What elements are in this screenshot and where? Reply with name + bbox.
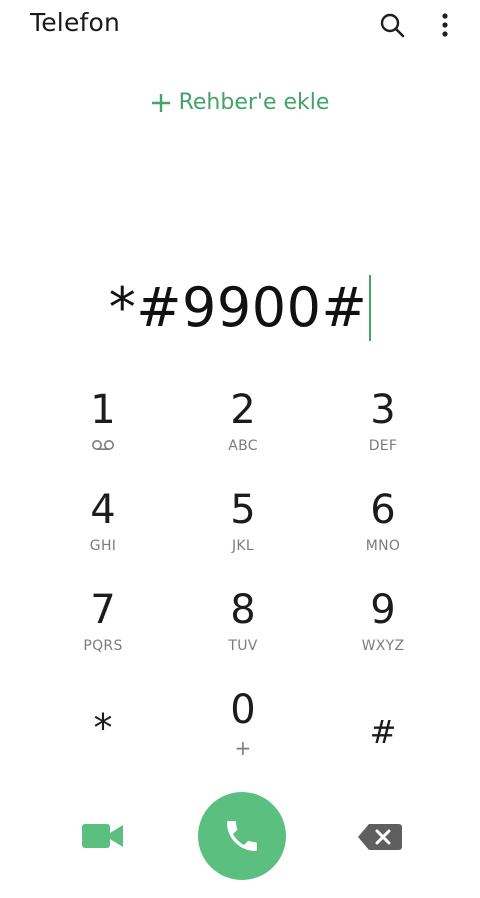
dialed-number: *#9900# (108, 276, 368, 339)
dialer-action-bar (0, 790, 480, 882)
key-letters: ABC (228, 438, 258, 454)
key-digit: 5 (230, 487, 256, 533)
key-digit: 9 (370, 587, 396, 633)
key-1[interactable]: 1 (33, 380, 173, 480)
phone-icon (227, 821, 257, 851)
key-letters: JKL (231, 538, 254, 554)
key-plus-label: + (234, 736, 252, 760)
key-digit: 8 (230, 587, 256, 633)
key-7[interactable]: 7 PQRS (33, 580, 173, 680)
search-button[interactable] (377, 10, 407, 40)
app-title: Telefon (30, 8, 121, 37)
key-0[interactable]: 0 + (173, 680, 313, 780)
key-letters: MNO (365, 538, 401, 554)
key-letters: WXYZ (361, 638, 405, 654)
key-digit: # (369, 713, 397, 751)
key-digit: 0 (230, 687, 256, 733)
text-cursor (369, 275, 372, 341)
key-5[interactable]: 5 JKL (173, 480, 313, 580)
backspace-button[interactable] (357, 822, 403, 852)
key-digit: 3 (370, 387, 396, 433)
key-digit: 7 (90, 587, 116, 633)
key-digit: 1 (90, 387, 116, 433)
key-hash[interactable]: # (313, 668, 453, 780)
key-digit: * (93, 706, 113, 750)
video-call-button[interactable] (80, 818, 126, 854)
backspace-icon (358, 824, 402, 850)
key-letters: DEF (368, 438, 398, 454)
add-to-contacts-button[interactable]: Rehber'e ekle (0, 90, 480, 115)
key-digit: 6 (370, 487, 396, 533)
key-8[interactable]: 8 TUV (173, 580, 313, 680)
key-letters: TUV (228, 638, 258, 654)
key-letters: GHI (89, 538, 117, 554)
call-button[interactable] (198, 792, 286, 880)
more-vertical-icon (442, 13, 448, 37)
dial-number-field[interactable]: *#9900# (0, 275, 480, 341)
key-3[interactable]: 3 DEF (313, 380, 453, 480)
key-digit: 2 (230, 387, 256, 433)
key-digit: 4 (90, 487, 116, 533)
key-letters: PQRS (83, 638, 123, 654)
voicemail-icon (91, 438, 115, 456)
key-star[interactable]: * (33, 680, 173, 780)
key-4[interactable]: 4 GHI (33, 480, 173, 580)
plus-icon (151, 93, 171, 113)
key-6[interactable]: 6 MNO (313, 480, 453, 580)
key-2[interactable]: 2 ABC (173, 380, 313, 480)
dial-keypad: 1 2 ABC 3 DEF 4 GHI 5 JKL 6 MNO 7 PQRS 8… (33, 380, 453, 780)
search-icon (380, 13, 405, 38)
app-header: Telefon (0, 0, 480, 56)
add-to-contacts-label: Rehber'e ekle (178, 90, 330, 115)
key-9[interactable]: 9 WXYZ (313, 580, 453, 680)
video-call-icon (82, 824, 123, 848)
more-options-button[interactable] (430, 10, 460, 40)
